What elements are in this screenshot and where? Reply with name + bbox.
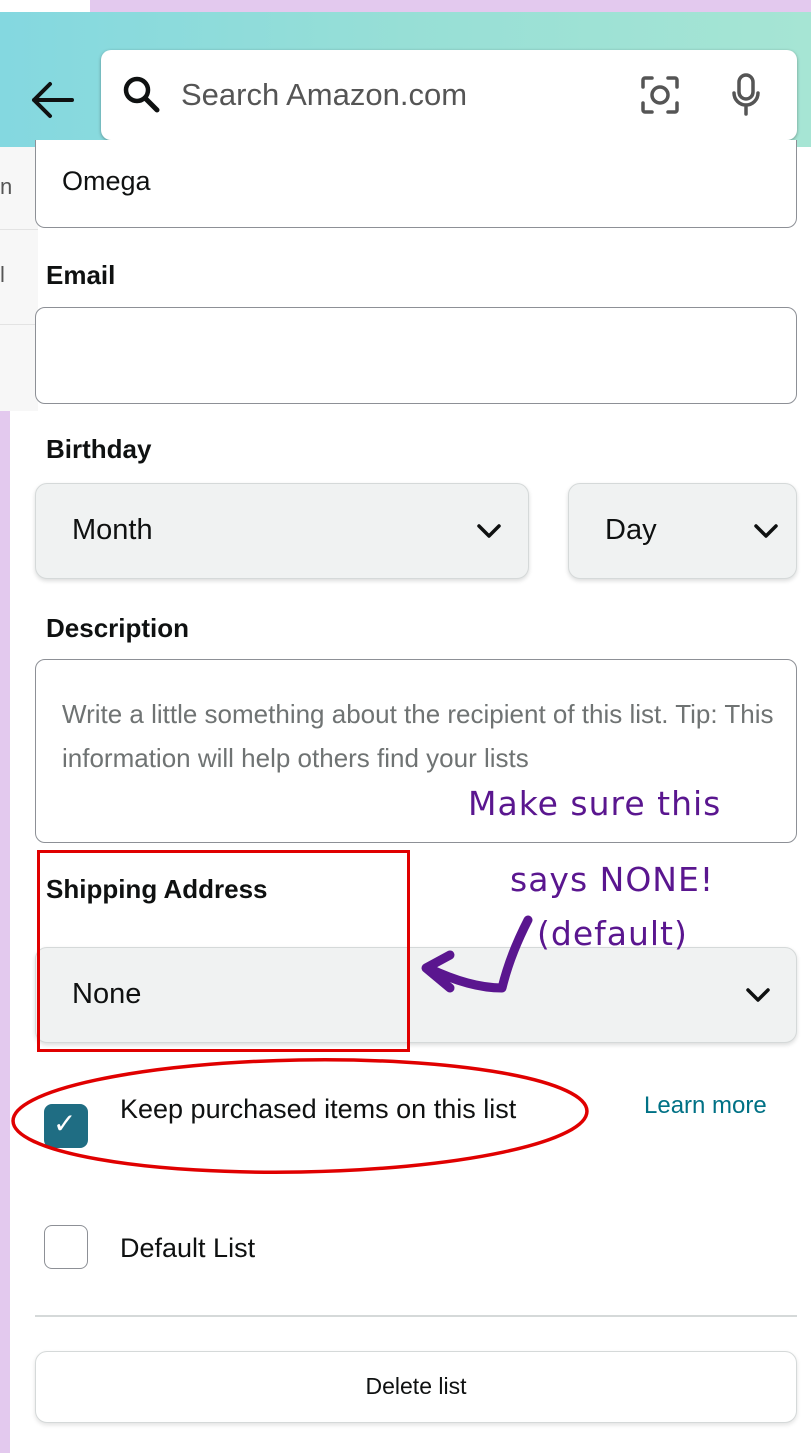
app-header: Search Amazon.com <box>0 12 811 147</box>
peek-text-1: n <box>0 174 13 199</box>
peek-divider-1 <box>0 229 38 230</box>
camera-icon[interactable] <box>639 74 681 116</box>
peek-text-2: l <box>0 262 5 287</box>
month-select-value: Month <box>72 514 153 546</box>
chevron-down-icon <box>477 524 501 538</box>
highlight-rectangle <box>37 850 410 1052</box>
back-arrow-icon[interactable] <box>28 80 74 120</box>
learn-more-link[interactable]: Learn more <box>644 1092 767 1120</box>
section-divider <box>35 1315 797 1317</box>
description-label: Description <box>46 613 190 643</box>
chevron-down-icon <box>746 988 770 1002</box>
microphone-icon[interactable] <box>731 72 761 118</box>
peek-divider-2 <box>0 324 38 325</box>
annotation-arrow-icon <box>421 915 533 993</box>
birthday-month-select[interactable]: Month <box>35 483 529 579</box>
email-label: Email <box>46 260 116 290</box>
search-input[interactable]: Search Amazon.com <box>181 77 467 113</box>
search-icon <box>123 76 160 113</box>
annotation-text-3: (default) <box>537 914 688 953</box>
birthday-label: Birthday <box>46 434 152 464</box>
day-select-value: Day <box>605 514 657 546</box>
search-bar[interactable]: Search Amazon.com <box>101 50 797 140</box>
chevron-down-icon <box>754 524 778 538</box>
default-list-label: Default List <box>120 1233 256 1263</box>
background-page-peek: n l <box>0 145 38 411</box>
list-name-field[interactable]: Omega <box>35 140 797 228</box>
delete-list-button[interactable]: Delete list <box>35 1351 797 1423</box>
list-name-value: Omega <box>62 166 151 196</box>
highlight-oval <box>11 1058 589 1174</box>
annotation-text-1: Make sure this <box>468 784 722 823</box>
default-list-checkbox[interactable] <box>44 1225 88 1269</box>
birthday-day-select[interactable]: Day <box>568 483 797 579</box>
email-field[interactable] <box>35 307 797 404</box>
annotation-text-2: says NONE! <box>510 860 715 899</box>
frame-strip-left <box>0 410 10 1453</box>
delete-list-label: Delete list <box>365 1373 467 1399</box>
description-placeholder: Write a little something about the recip… <box>62 699 774 773</box>
